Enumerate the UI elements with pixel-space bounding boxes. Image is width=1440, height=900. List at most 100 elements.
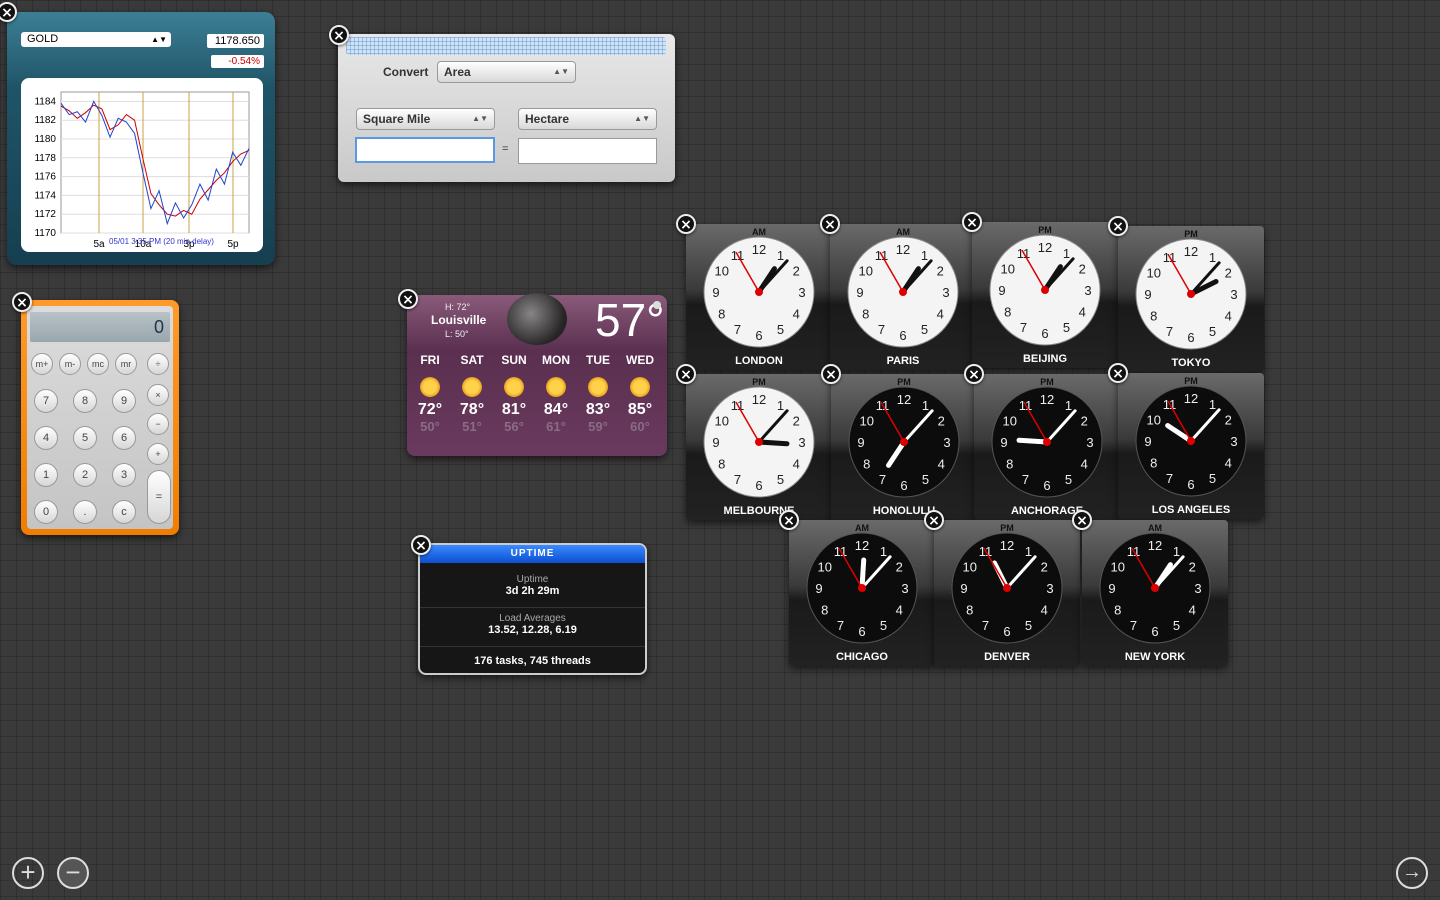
clock-numeral: 9 [1144,434,1151,449]
clock-numeral: 4 [1081,457,1088,472]
clock-numeral: 12 [1038,240,1052,255]
clock-numeral: 4 [1225,456,1232,471]
clock-numeral: 3 [798,435,805,450]
clock-face: 123456789101112 [703,386,815,498]
clock-close-button[interactable]: × [924,510,944,530]
clock-center [755,438,763,446]
clock-numeral: 10 [818,560,832,575]
unit-converter-widget: Convert Area ▲▼ Square Mile ▲▼ Hectare ▲▼ = [338,34,675,182]
digit-key-4[interactable]: 4 [34,426,58,450]
clock-numeral: 5 [1065,472,1072,487]
remove-widget-button[interactable]: − [57,857,89,889]
multiply-key[interactable]: × [147,384,169,406]
clock-numeral: 3 [943,435,950,450]
clock-close-button[interactable]: × [1072,510,1092,530]
converter-close-button[interactable]: × [329,25,349,45]
clock-chicago[interactable]: AM123456789101112CHICAGO [789,520,935,666]
sun-icon [630,377,650,397]
clock-numeral: 12 [855,538,869,553]
to-value-input[interactable] [518,138,657,164]
clock-close-button[interactable]: × [779,510,799,530]
divide-key[interactable]: ÷ [147,353,169,375]
clock-center [899,288,907,296]
clock-numeral: 5 [922,472,929,487]
y-tick-label: 1184 [34,96,56,107]
clock-close-button[interactable]: × [821,364,841,384]
from-value-input[interactable] [355,137,495,163]
digit-key-5[interactable]: 5 [73,426,97,450]
clock-numeral: 1 [921,248,928,263]
day-high: 84° [543,401,569,418]
forecast-day: FRI 72° 50° [409,353,451,434]
weather-widget: H: 72° Louisville L: 50° 57° FRI 72° 50° SA… [407,293,667,456]
clock-beijing[interactable]: PM123456789101112BEIJING [972,222,1118,368]
clock-center [900,438,908,446]
clock-new-york[interactable]: AM123456789101112NEW YORK [1082,520,1228,666]
clock-numeral: 9 [712,435,719,450]
clock-numeral: 4 [1041,603,1048,618]
digit-key-1[interactable]: 1 [34,463,58,487]
digit-key-dot[interactable]: . [73,500,97,524]
add-widget-button[interactable]: + [12,857,44,889]
day-low: 56° [504,419,524,434]
hour-hand [1016,437,1050,445]
clock-close-button[interactable]: × [1108,363,1128,383]
digit-key-3[interactable]: 3 [112,463,136,487]
clock-numeral: 6 [755,478,762,493]
moon-icon [507,293,567,345]
category-select[interactable]: Area ▲▼ [437,61,576,83]
clock-london[interactable]: AM123456789101112LONDON [686,224,832,370]
digit-key-8[interactable]: 8 [73,389,97,413]
calculator-close-button[interactable]: × [12,292,32,312]
clock-tokyo[interactable]: PM123456789101112TOKYO [1118,226,1264,372]
clock-numeral: 8 [1150,309,1157,324]
info-icon[interactable] [653,301,661,309]
weather-close-button[interactable]: × [398,289,418,309]
memory-key-mr[interactable]: mr [115,353,137,375]
clock-close-button[interactable]: × [676,364,696,384]
clock-close-button[interactable]: × [676,214,696,234]
weather-city[interactable]: Louisville [431,313,486,327]
next-arrow-button[interactable]: → [1396,857,1428,889]
clock-numeral: 1 [1025,544,1032,559]
day-low: 61° [546,419,566,434]
digit-key-7[interactable]: 7 [34,389,58,413]
clock-close-button[interactable]: × [1108,216,1128,236]
stock-symbol-select[interactable]: GOLD ▲▼ [21,32,171,47]
memory-key-mc[interactable]: mc [87,353,109,375]
clock-anchorage[interactable]: PM123456789101112ANCHORAGE [974,374,1120,520]
clock-close-button[interactable]: × [964,364,984,384]
clock-numeral: 1 [1173,544,1180,559]
uptime-close-button[interactable]: × [411,535,431,555]
stock-symbol: GOLD [27,33,59,45]
digit-key-c[interactable]: c [112,500,136,524]
sun-icon [462,377,482,397]
clock-honolulu[interactable]: PM123456789101112HONOLULU [831,374,977,520]
tasks-row: 176 tasks, 745 threads [420,651,645,669]
digit-key-2[interactable]: 2 [73,463,97,487]
clock-numeral: 5 [777,472,784,487]
memory-key-m+[interactable]: m+ [31,353,53,375]
digit-key-9[interactable]: 9 [112,389,136,413]
digit-key-6[interactable]: 6 [112,426,136,450]
plus-key[interactable]: + [147,443,169,465]
clock-melbourne[interactable]: PM123456789101112MELBOURNE [686,374,832,520]
clock-numeral: 12 [752,392,766,407]
clock-numeral: 9 [1000,435,1007,450]
from-unit-select[interactable]: Square Mile ▲▼ [356,108,495,130]
memory-key-m-[interactable]: m- [59,353,81,375]
equals-key[interactable]: = [147,470,171,524]
to-unit-select[interactable]: Hectare ▲▼ [518,108,657,130]
clock-numeral: 10 [963,560,977,575]
clock-numeral: 1 [880,544,887,559]
digit-key-0[interactable]: 0 [34,500,58,524]
clock-denver[interactable]: PM123456789101112DENVER [934,520,1080,666]
clock-close-button[interactable]: × [962,212,982,232]
clock-paris[interactable]: AM123456789101112PARIS [830,224,976,370]
minus-key[interactable]: − [147,413,169,435]
day-low: 59° [588,419,608,434]
clock-numeral: 6 [858,624,865,639]
clock-los-angeles[interactable]: PM123456789101112LOS ANGELES [1118,373,1264,519]
clock-face: 123456789101112 [703,236,815,348]
clock-close-button[interactable]: × [820,214,840,234]
